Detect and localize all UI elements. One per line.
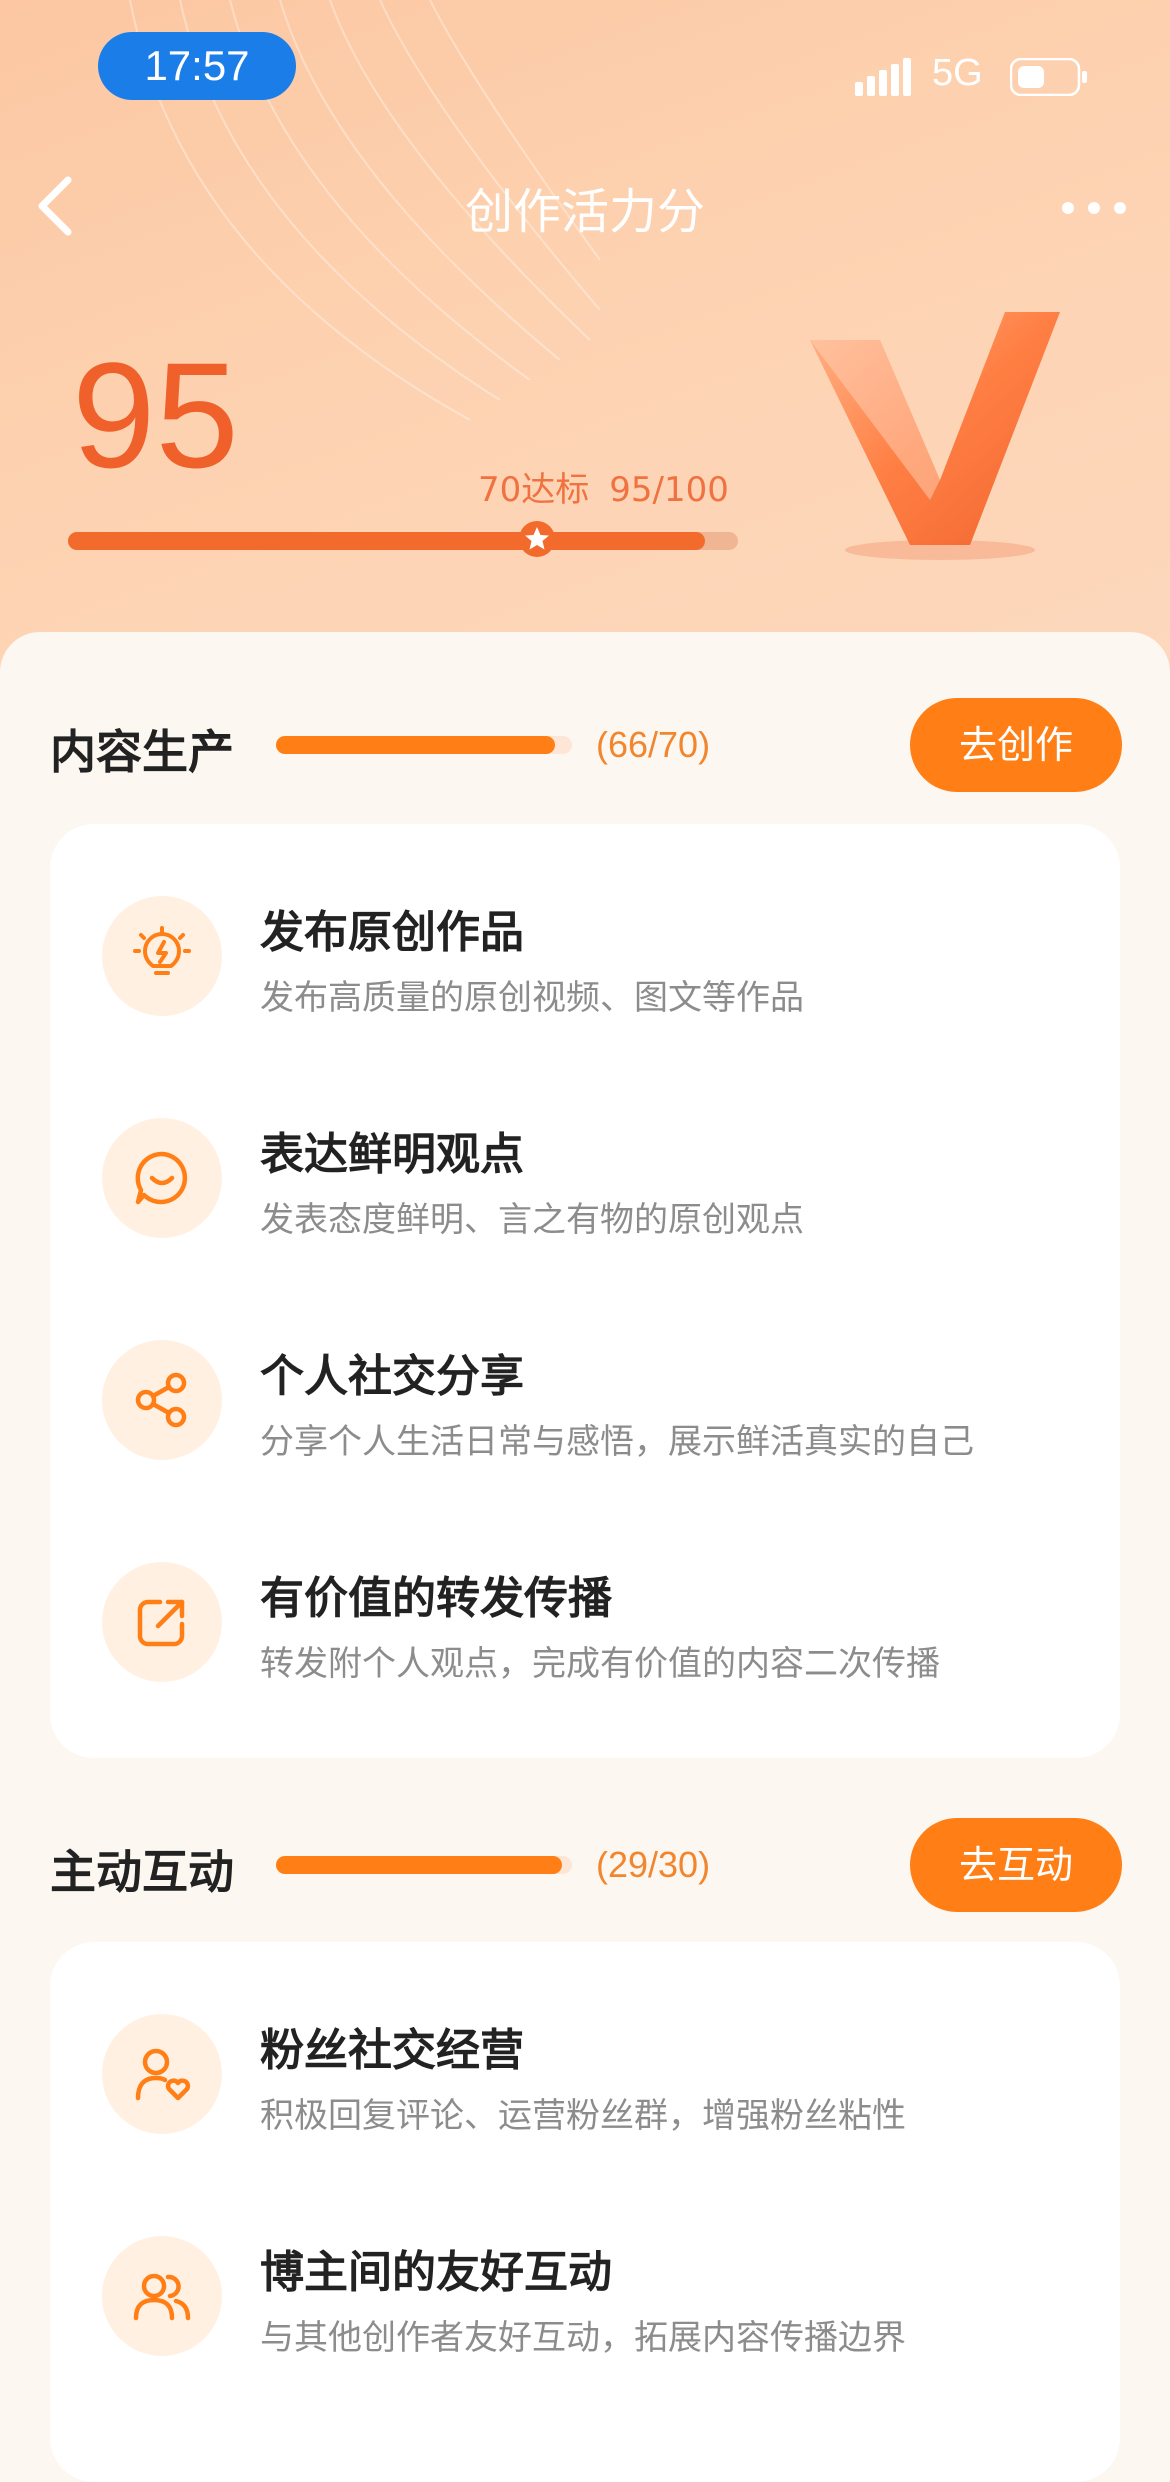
list-item[interactable]: 表达鲜明观点 发表态度鲜明、言之有物的原创观点 [50, 1088, 1120, 1268]
page-title: 创作活力分 [464, 184, 705, 240]
item-description: 转发附个人观点，完成有价值的内容二次传播 [260, 1644, 940, 1684]
item-title: 个人社交分享 [260, 1351, 524, 1402]
share-icon [135, 1372, 187, 1428]
section-title-content: 内容生产 [50, 725, 234, 779]
item-title: 有价值的转发传播 [260, 1573, 612, 1624]
section-title-interaction: 主动互动 [50, 1845, 234, 1899]
score-target: 70达标 95/100 [478, 462, 729, 511]
interaction-progress-bar [276, 1856, 572, 1874]
list-item[interactable]: 发布原创作品 发布高质量的原创视频、图文等作品 [50, 866, 1120, 1046]
go-interact-button[interactable]: 去互动 [910, 1818, 1122, 1912]
score-progress-bar [68, 532, 738, 550]
target-label: 70达标 [478, 470, 590, 510]
user-heart-icon [135, 2048, 191, 2101]
item-title: 表达鲜明观点 [260, 1129, 524, 1180]
item-description: 发布高质量的原创视频、图文等作品 [260, 978, 804, 1018]
list-item[interactable]: 粉丝社交经营 积极回复评论、运营粉丝群，增强粉丝粘性 [50, 1984, 1120, 2164]
list-item[interactable]: 个人社交分享 分享个人生活日常与感悟，展示鲜活真实的自己 [50, 1310, 1120, 1490]
score-value: 95 [72, 331, 239, 499]
battery-icon [1010, 58, 1087, 96]
content-progress-count: (66/70) [596, 724, 711, 765]
score-ratio: 95/100 [609, 470, 729, 510]
interaction-progress-count: (29/30) [596, 1844, 711, 1885]
item-title: 博主间的友好互动 [260, 2247, 612, 2298]
content-progress-fill [276, 736, 556, 754]
v-badge-logo [810, 312, 1060, 560]
interaction-card: 粉丝社交经营 积极回复评论、运营粉丝群，增强粉丝粘性 博主间的友好互动 与其他创… [50, 1942, 1120, 2482]
forward-icon [137, 1599, 185, 1647]
list-item[interactable]: 博主间的友好互动 与其他创作者友好互动，拓展内容传播边界 [50, 2206, 1120, 2386]
users-icon [133, 2273, 191, 2321]
network-type: 5G [932, 52, 983, 94]
more-icon[interactable] [1058, 188, 1130, 228]
score-progress-fill [68, 532, 705, 550]
item-description: 积极回复评论、运营粉丝群，增强粉丝粘性 [260, 2096, 906, 2136]
item-title: 发布原创作品 [260, 907, 524, 958]
list-item[interactable]: 有价值的转发传播 转发附个人观点，完成有价值的内容二次传播 [50, 1532, 1120, 1712]
item-title: 粉丝社交经营 [260, 2025, 524, 2076]
signal-icon [855, 58, 911, 96]
interaction-progress-fill [276, 1856, 563, 1874]
item-description: 分享个人生活日常与感悟，展示鲜活真实的自己 [260, 1422, 974, 1462]
content-card: 发布原创作品 发布高质量的原创视频、图文等作品 表达鲜明观点 发表态度鲜明、言之… [50, 824, 1120, 1758]
content-progress-bar [276, 736, 572, 754]
status-time: 17:57 [98, 32, 296, 100]
target-star-icon [519, 521, 555, 557]
chat-bubble-icon [135, 1151, 188, 1205]
item-description: 发表态度鲜明、言之有物的原创观点 [260, 1200, 804, 1240]
lightbulb-icon [133, 926, 191, 975]
item-description: 与其他创作者友好互动，拓展内容传播边界 [260, 2318, 906, 2358]
go-create-button[interactable]: 去创作 [910, 698, 1122, 792]
